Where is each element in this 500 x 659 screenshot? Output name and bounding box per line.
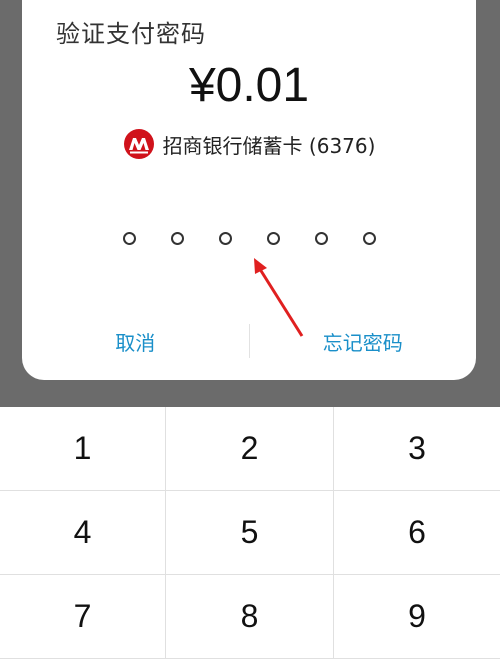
key-2[interactable]: 2 xyxy=(166,407,334,491)
dialog-actions: 取消 忘记密码 xyxy=(22,316,476,366)
key-4[interactable]: 4 xyxy=(0,491,166,575)
pin-dot xyxy=(314,232,328,245)
pin-dot xyxy=(218,232,232,245)
pin-input[interactable] xyxy=(22,232,476,245)
dialog-title: 验证支付密码 xyxy=(56,20,206,48)
pin-dot xyxy=(362,232,376,245)
pin-dot xyxy=(170,232,184,245)
key-6[interactable]: 6 xyxy=(334,491,500,575)
bank-card-name: 招商银行储蓄卡 (6376) xyxy=(162,133,376,158)
pin-dot xyxy=(122,232,136,245)
key-3[interactable]: 3 xyxy=(334,407,500,491)
payment-amount: ¥0.01 xyxy=(188,59,310,112)
cmb-bank-logo-icon xyxy=(123,129,154,159)
payment-password-dialog: 验证支付密码 ¥0.01 招商银行储蓄卡 (6376) 取消 忘记密码 xyxy=(22,0,476,380)
bank-card-row: 招商银行储蓄卡 (6376) xyxy=(22,128,476,160)
forgot-password-button[interactable]: 忘记密码 xyxy=(250,327,477,356)
key-5[interactable]: 5 xyxy=(166,491,334,575)
numeric-keypad: 1 2 3 4 5 6 7 8 9 xyxy=(0,407,500,659)
cancel-button[interactable]: 取消 xyxy=(22,327,249,356)
key-7[interactable]: 7 xyxy=(0,575,166,659)
key-1[interactable]: 1 xyxy=(0,407,166,491)
pin-dot xyxy=(266,232,280,245)
key-8[interactable]: 8 xyxy=(166,575,334,659)
key-9[interactable]: 9 xyxy=(334,575,500,659)
